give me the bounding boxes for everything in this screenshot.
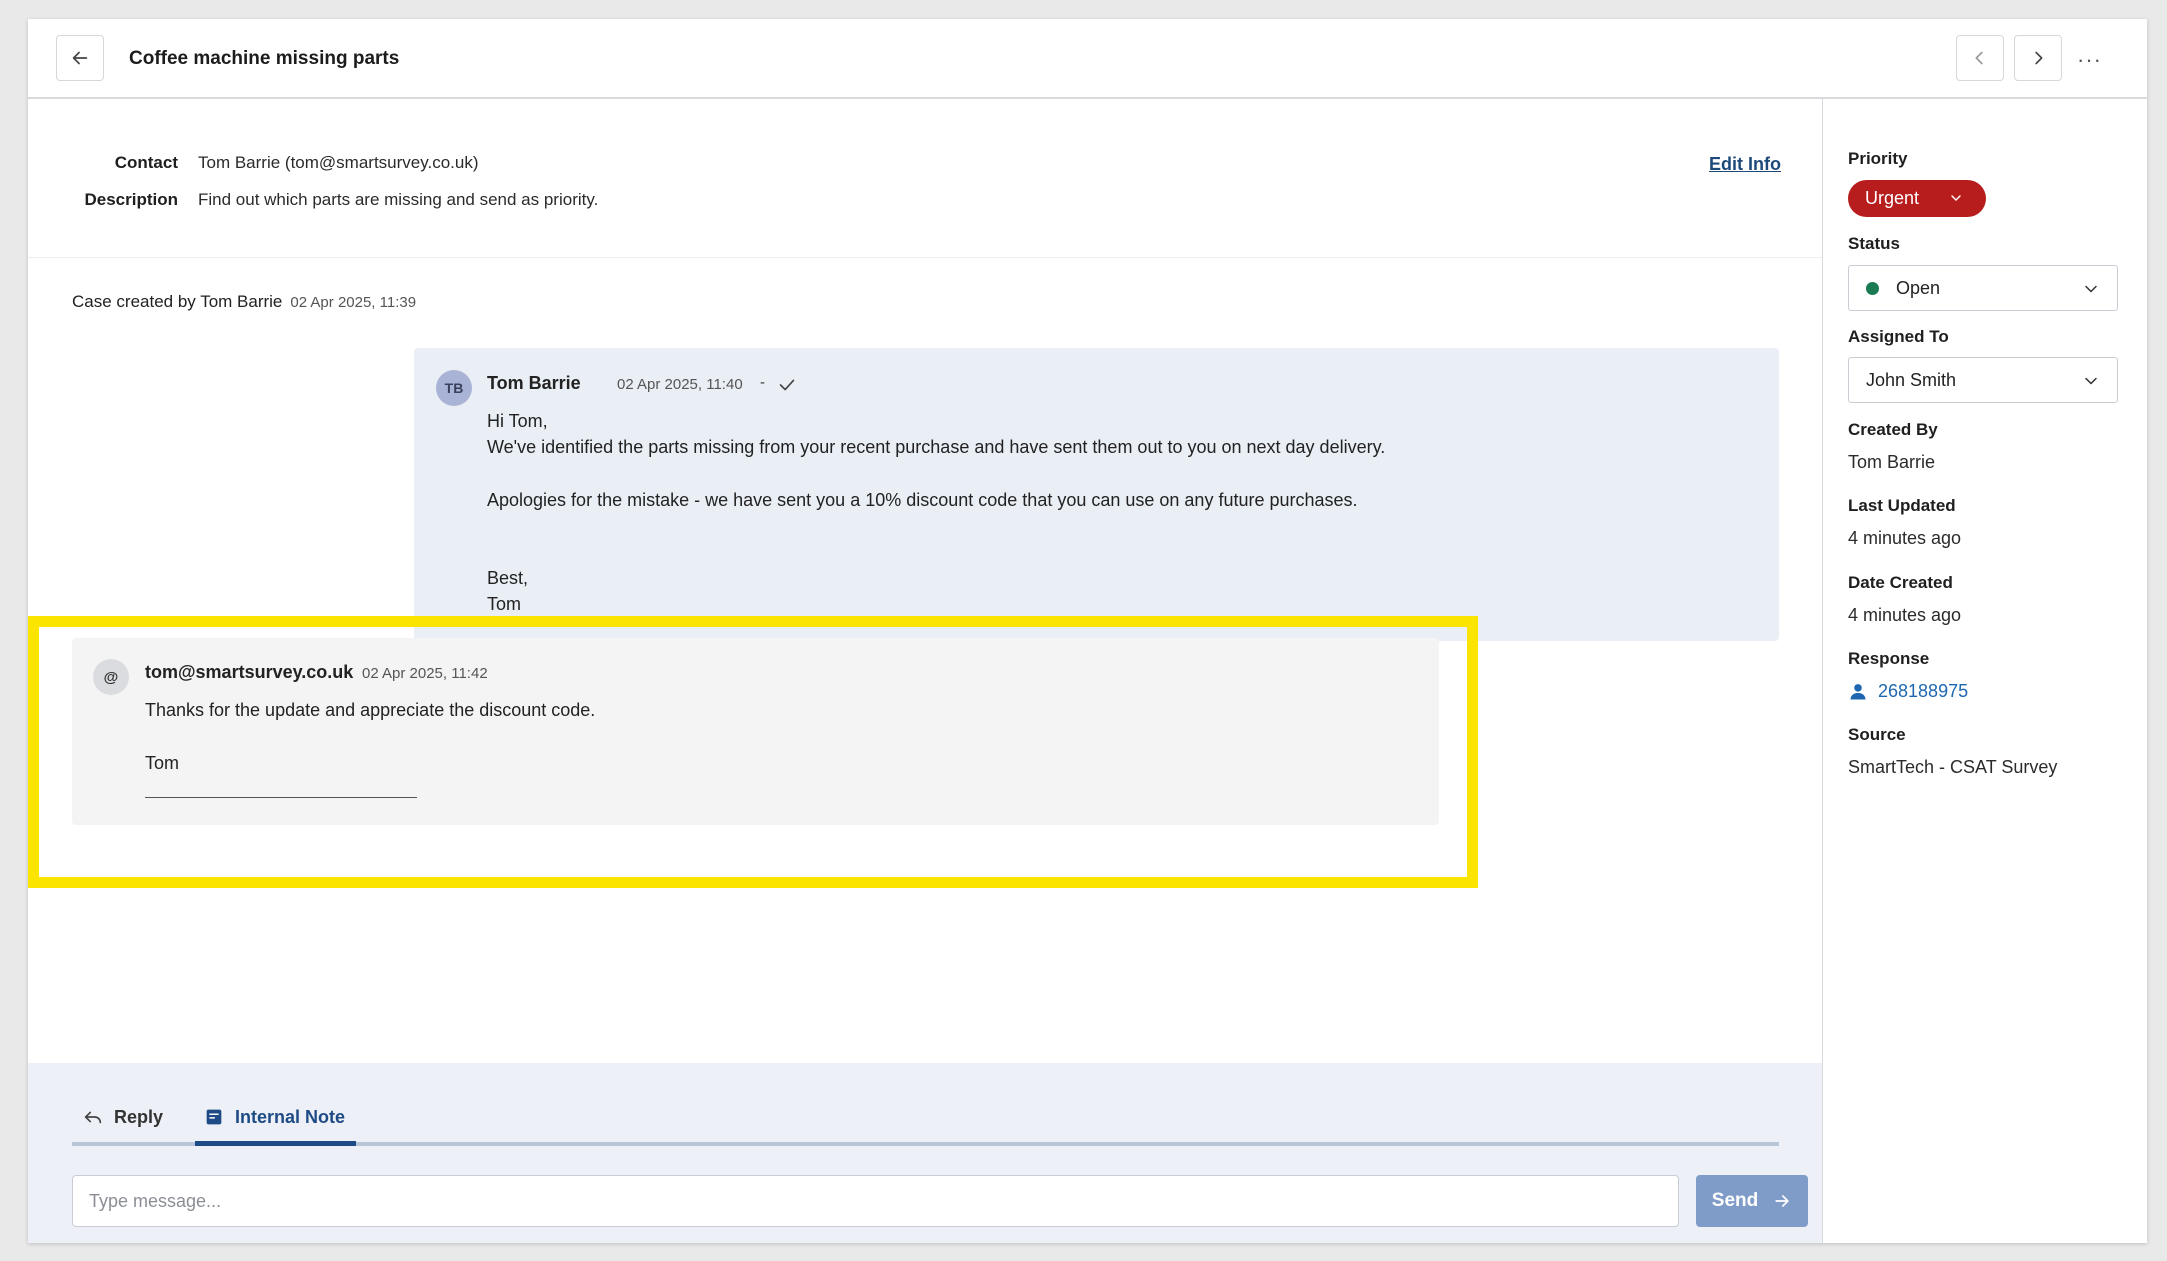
last-updated-label: Last Updated bbox=[1848, 496, 1956, 515]
contact-value: Tom Barrie (tom@smartsurvey.co.uk) bbox=[198, 153, 479, 172]
case-details-sidebar: Priority Urgent Status Open Assigned To … bbox=[1822, 99, 2147, 1243]
message-input[interactable] bbox=[72, 1175, 1679, 1227]
case-window: Coffee machine missing parts ··· Contact… bbox=[28, 19, 2147, 1243]
priority-label: Priority bbox=[1848, 149, 1908, 168]
message-author: tom@smartsurvey.co.uk bbox=[145, 662, 354, 682]
tab-reply[interactable]: Reply bbox=[82, 1103, 163, 1131]
response-id: 268188975 bbox=[1878, 681, 1969, 701]
response-label: Response bbox=[1848, 649, 1930, 668]
case-header: Coffee machine missing parts ··· bbox=[28, 19, 2147, 99]
message-line: Thanks for the update and appreciate the… bbox=[145, 700, 596, 720]
message-line: Tom bbox=[145, 753, 180, 773]
created-by-label: Created By bbox=[1848, 420, 1938, 439]
message-separator: - bbox=[760, 374, 765, 391]
chevron-down-icon bbox=[1951, 195, 1961, 201]
date-created-label: Date Created bbox=[1848, 573, 1953, 592]
message-body: Hi Tom, We've identified the parts missi… bbox=[487, 408, 1385, 617]
created-by-value: Tom Barrie bbox=[1848, 452, 1936, 472]
message-line: Apologies for the mistake - we have sent… bbox=[487, 490, 1358, 510]
description-label: Description bbox=[84, 190, 178, 209]
arrow-right-icon bbox=[1775, 1195, 1789, 1207]
last-updated-value: 4 minutes ago bbox=[1848, 528, 1962, 548]
message-agent: TB Tom Barrie 02 Apr 2025, 11:40 - Hi To… bbox=[414, 348, 1779, 641]
message-timestamp: 02 Apr 2025, 11:42 bbox=[362, 665, 488, 682]
avatar: TB bbox=[436, 370, 472, 406]
next-case-button[interactable] bbox=[2014, 35, 2062, 81]
date-created-value: 4 minutes ago bbox=[1848, 605, 1962, 625]
case-created-text: Case created by Tom Barrie bbox=[72, 292, 283, 311]
edit-info-link[interactable]: Edit Info bbox=[1709, 154, 1781, 175]
message-line: Hi Tom, bbox=[487, 411, 548, 431]
source-label: Source bbox=[1848, 725, 1906, 744]
status-dot bbox=[1866, 281, 1879, 295]
status-dropdown[interactable]: Open bbox=[1848, 265, 2118, 311]
assigned-to-value: John Smith bbox=[1866, 369, 1957, 390]
assigned-to-label: Assigned To bbox=[1848, 327, 1949, 346]
contact-label: Contact bbox=[114, 153, 178, 172]
chevron-left-icon bbox=[1975, 51, 1983, 65]
response-link[interactable]: 268188975 bbox=[1848, 681, 1968, 702]
tab-internal-note[interactable]: Internal Note bbox=[203, 1103, 345, 1131]
tab-internal-note-label: Internal Note bbox=[235, 1106, 346, 1127]
previous-case-button[interactable] bbox=[1956, 35, 2004, 81]
message-body: Thanks for the update and appreciate the… bbox=[145, 697, 595, 776]
back-button[interactable] bbox=[56, 35, 104, 81]
status-label: Status bbox=[1848, 234, 1900, 253]
note-icon bbox=[206, 1109, 222, 1125]
user-icon bbox=[1850, 683, 1866, 699]
send-button[interactable]: Send bbox=[1696, 1175, 1808, 1227]
compose-area: Reply Internal Note Send bbox=[28, 1063, 1822, 1243]
assigned-to-dropdown[interactable]: John Smith bbox=[1848, 357, 2118, 403]
send-label: Send bbox=[1711, 1190, 1759, 1211]
more-options-button[interactable]: ··· bbox=[2077, 47, 2102, 73]
chevron-right-icon bbox=[2035, 51, 2043, 65]
reply-icon bbox=[84, 1111, 102, 1124]
message-author: Tom Barrie bbox=[487, 373, 581, 393]
message-customer: @ tom@smartsurvey.co.uk 02 Apr 2025, 11:… bbox=[72, 638, 1439, 825]
status-value: Open bbox=[1896, 277, 1941, 298]
info-divider bbox=[28, 257, 1822, 258]
description-value: Find out which parts are missing and sen… bbox=[198, 190, 599, 209]
case-created-timestamp: 02 Apr 2025, 11:39 bbox=[290, 294, 417, 311]
tab-active-indicator bbox=[195, 1141, 356, 1146]
message-line: We've identified the parts missing from … bbox=[487, 437, 1386, 457]
message-line: Best, bbox=[487, 568, 529, 588]
message-timestamp: 02 Apr 2025, 11:40 bbox=[617, 376, 743, 393]
arrow-left-icon bbox=[72, 51, 88, 65]
avatar: @ bbox=[93, 659, 129, 695]
message-line: Tom bbox=[487, 594, 522, 614]
chevron-down-icon bbox=[2085, 285, 2097, 293]
case-created-event: Case created by Tom Barrie 02 Apr 2025, 1… bbox=[72, 292, 416, 312]
checkmark-icon bbox=[779, 379, 795, 391]
signature-divider bbox=[145, 797, 417, 798]
priority-value: Urgent bbox=[1865, 188, 1920, 208]
chevron-down-icon bbox=[2085, 377, 2097, 385]
priority-dropdown[interactable]: Urgent bbox=[1848, 180, 1986, 217]
source-value: SmartTech - CSAT Survey bbox=[1848, 757, 2058, 777]
tab-reply-label: Reply bbox=[114, 1106, 164, 1127]
page-title: Coffee machine missing parts bbox=[129, 48, 400, 69]
